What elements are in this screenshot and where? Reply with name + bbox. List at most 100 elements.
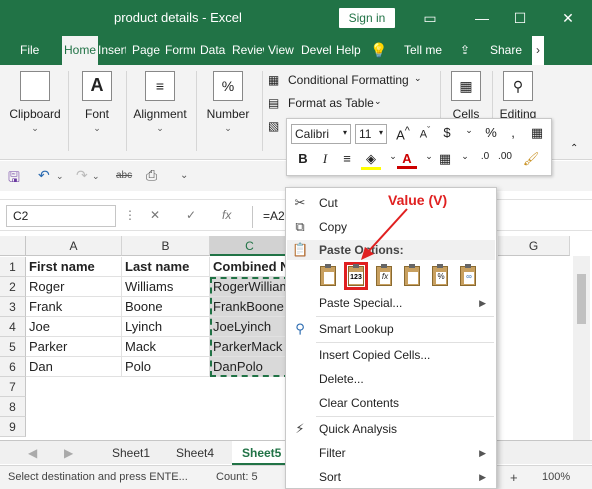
- tab-insert[interactable]: Insert: [98, 36, 126, 65]
- menu-item-paste-special[interactable]: Paste Special... ▶: [286, 292, 496, 314]
- chevron-down-icon[interactable]: ▾: [343, 128, 347, 137]
- customize-qat-icon[interactable]: ⌄: [180, 170, 188, 181]
- table-cell[interactable]: DanPolo: [210, 357, 290, 377]
- tab-data[interactable]: Data: [200, 36, 226, 65]
- conditional-formatting-button[interactable]: Conditional Formatting: [288, 73, 409, 87]
- chevron-down-icon[interactable]: ⌄: [459, 125, 479, 136]
- name-box[interactable]: C2: [6, 205, 116, 227]
- paste-values-button[interactable]: 123: [344, 262, 368, 290]
- menu-item-delete[interactable]: Delete...: [286, 368, 496, 390]
- table-cell[interactable]: Frank: [26, 297, 122, 317]
- tab-page-layout[interactable]: Page Layout: [132, 36, 162, 65]
- chevron-down-icon[interactable]: ⌄: [56, 171, 64, 182]
- increase-decimal-icon[interactable]: .0: [475, 151, 495, 162]
- insert-function-icon[interactable]: fx: [222, 208, 231, 222]
- table-cell[interactable]: Mack: [122, 337, 210, 357]
- chevron-down-icon[interactable]: ▾: [379, 128, 383, 137]
- close-icon[interactable]: ✕: [556, 6, 580, 30]
- tab-formulas[interactable]: Formulas: [165, 36, 195, 65]
- table-cell[interactable]: Williams: [122, 277, 210, 297]
- table-header-cell[interactable]: Combined N: [210, 257, 290, 277]
- paste-formulas-button[interactable]: fx: [372, 262, 396, 290]
- redo-icon[interactable]: ↷: [76, 167, 88, 184]
- collapse-ribbon-icon[interactable]: ⌃: [570, 143, 578, 154]
- sheet-tab-5[interactable]: Sheet5: [232, 441, 286, 465]
- menu-item-insert-copied[interactable]: Insert Copied Cells...: [286, 344, 496, 366]
- tab-developer[interactable]: Developer: [301, 36, 331, 65]
- bold-icon[interactable]: B: [293, 151, 313, 166]
- menu-item-clear-contents[interactable]: Clear Contents: [286, 392, 496, 414]
- row-header[interactable]: 4: [0, 317, 26, 337]
- percent-icon[interactable]: %: [481, 125, 501, 140]
- chevron-right-icon[interactable]: ›: [532, 36, 544, 65]
- cells-group[interactable]: ▦ Cells: [446, 71, 486, 121]
- select-all-corner[interactable]: [0, 236, 26, 256]
- borders-icon[interactable]: ▦: [527, 125, 547, 141]
- prev-sheet-icon[interactable]: ◀: [18, 441, 47, 465]
- chevron-down-icon[interactable]: ⌄: [455, 151, 475, 162]
- paste-formatting-button[interactable]: %: [428, 262, 452, 290]
- fill-color-icon[interactable]: ◈: [361, 151, 381, 170]
- table-cell[interactable]: Roger: [26, 277, 122, 297]
- borders-icon[interactable]: ▦: [435, 151, 455, 167]
- row-header[interactable]: 6: [0, 357, 26, 377]
- row-header[interactable]: 7: [0, 377, 26, 397]
- italic-icon[interactable]: I: [315, 151, 335, 167]
- table-cell[interactable]: Polo: [122, 357, 210, 377]
- tell-me[interactable]: Tell me: [404, 36, 444, 65]
- column-header[interactable]: G: [498, 236, 570, 256]
- column-header[interactable]: A: [26, 236, 122, 256]
- format-as-table-button[interactable]: Format as Table: [288, 96, 374, 110]
- ribbon-display-icon[interactable]: ▭: [418, 6, 442, 30]
- row-header[interactable]: 9: [0, 417, 26, 437]
- alignment-group[interactable]: ≡ Alignment ⌄: [130, 71, 190, 134]
- font-family-select[interactable]: Calibri: [291, 124, 351, 144]
- table-header-cell[interactable]: Last name: [122, 257, 210, 277]
- enter-icon[interactable]: ✓: [186, 208, 196, 222]
- row-header[interactable]: 3: [0, 297, 26, 317]
- editing-group[interactable]: ⚲ Editing: [496, 71, 540, 121]
- tab-help[interactable]: Help: [336, 36, 364, 65]
- paste-transpose-button[interactable]: [400, 262, 424, 290]
- zoom-in-icon[interactable]: +: [510, 470, 518, 485]
- tab-file[interactable]: File: [20, 36, 42, 65]
- chevron-down-icon[interactable]: ⌄: [92, 171, 100, 182]
- paste-button[interactable]: [316, 262, 340, 290]
- row-header[interactable]: 8: [0, 397, 26, 417]
- font-group[interactable]: A Font ⌄: [72, 71, 122, 134]
- tab-view[interactable]: View: [268, 36, 296, 65]
- decrease-font-icon[interactable]: Aˇ: [415, 125, 435, 141]
- align-center-icon[interactable]: ≡: [337, 151, 357, 166]
- tab-home[interactable]: Home: [62, 36, 98, 65]
- share-button[interactable]: Share: [490, 36, 526, 65]
- decrease-decimal-icon[interactable]: .00: [495, 151, 515, 162]
- scrollbar-thumb[interactable]: [577, 274, 586, 324]
- comma-style-icon[interactable]: ,: [503, 125, 523, 140]
- row-header[interactable]: 2: [0, 277, 26, 297]
- format-painter-icon[interactable]: 🖌: [521, 151, 541, 167]
- column-header[interactable]: C: [210, 236, 290, 256]
- table-cell[interactable]: FrankBoone: [210, 297, 290, 317]
- cancel-icon[interactable]: ✕: [150, 208, 160, 222]
- column-header[interactable]: B: [122, 236, 210, 256]
- menu-item-quick-analysis[interactable]: ⚡ Quick Analysis: [286, 418, 496, 440]
- table-cell[interactable]: Lyinch: [122, 317, 210, 337]
- next-sheet-icon[interactable]: ▶: [54, 441, 83, 465]
- sheet-tab-1[interactable]: Sheet1: [102, 441, 160, 465]
- table-cell[interactable]: Dan: [26, 357, 122, 377]
- font-color-icon[interactable]: A: [397, 151, 417, 169]
- paste-link-button[interactable]: ∞: [456, 262, 480, 290]
- minimize-icon[interactable]: —: [470, 6, 494, 30]
- share-icon[interactable]: ⇪: [460, 36, 474, 65]
- strikethrough-icon[interactable]: abc: [116, 170, 132, 181]
- clipboard-group[interactable]: Clipboard ⌄: [6, 71, 64, 134]
- menu-item-smart-lookup[interactable]: ⚲ Smart Lookup: [286, 318, 496, 340]
- vertical-scrollbar[interactable]: [573, 256, 590, 440]
- table-cell[interactable]: ParkerMack: [210, 337, 290, 357]
- row-header[interactable]: 5: [0, 337, 26, 357]
- maximize-icon[interactable]: ☐: [508, 6, 532, 30]
- print-preview-icon[interactable]: ⎙: [146, 167, 157, 184]
- currency-icon[interactable]: $: [437, 125, 457, 140]
- sheet-tab-4[interactable]: Sheet4: [166, 441, 224, 465]
- table-cell[interactable]: Joe: [26, 317, 122, 337]
